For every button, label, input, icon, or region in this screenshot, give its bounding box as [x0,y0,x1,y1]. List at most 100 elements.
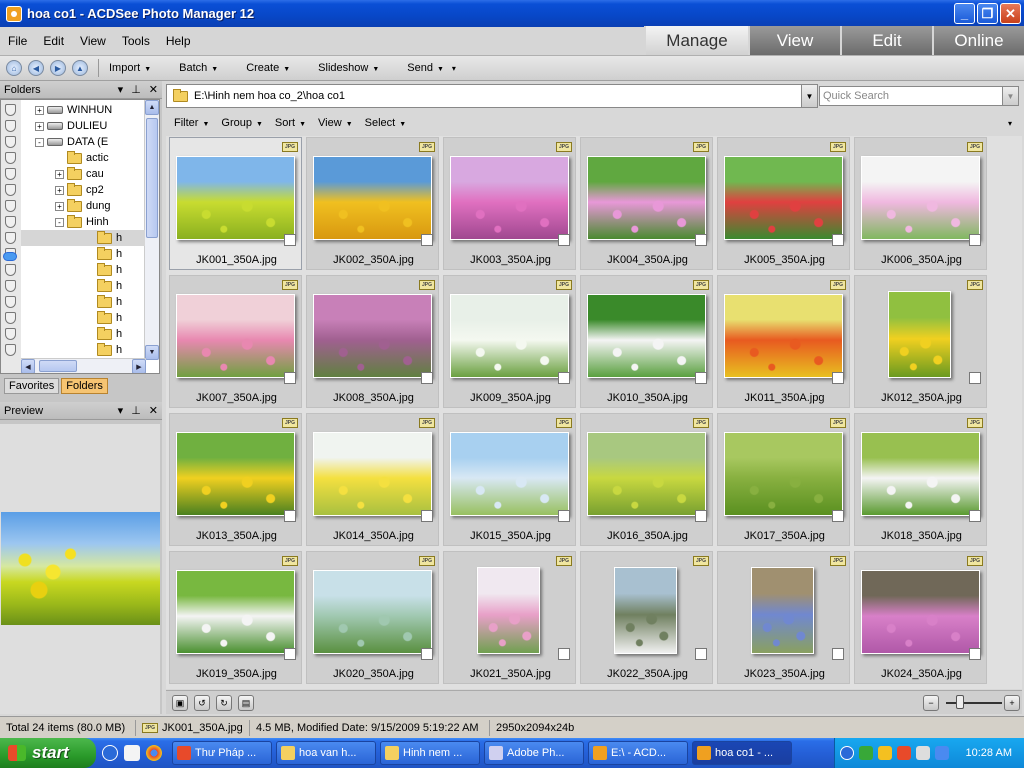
mode-tab-online[interactable]: Online [932,26,1024,56]
thumbnail-item[interactable]: JPG JK005_350A.jpg [717,137,850,270]
folder-tree-item[interactable]: h [21,262,145,278]
up-icon[interactable]: ▲ [72,60,88,76]
taskbar-button[interactable]: Thư Pháp ... [172,741,272,765]
thumbnail-checkbox[interactable] [558,510,570,522]
thumbnail-item[interactable]: JPG JK018_350A.jpg [854,413,987,546]
collapse-icon[interactable]: - [55,217,64,227]
scroll-down-icon[interactable]: ▼ [145,345,159,360]
dropdown-arrow-icon[interactable]: ▾ [118,83,124,96]
thumbnail-checkbox[interactable] [421,510,433,522]
collapse-icon[interactable]: - [35,137,44,147]
thumbnail-checkbox[interactable] [969,234,981,246]
thumbnail-checkbox[interactable] [695,510,707,522]
thumbnail-checkbox[interactable] [284,648,296,660]
folder-tree-item[interactable]: h [21,342,145,358]
thumbnail-item[interactable]: JPG JK021_350A.jpg [443,551,576,684]
taskbar-button[interactable]: hoa van h... [276,741,376,765]
expand-icon[interactable]: + [55,201,64,211]
thumbnail-checkbox[interactable] [695,234,707,246]
folder-tree[interactable]: ▲ ▼ ◀ ▶ + WINHUN + DULIEU - DATA (E actic + cau +… [0,99,160,374]
rating-shield-icon[interactable] [5,344,16,356]
rating-shield-icon[interactable] [5,264,16,276]
thumbnail-item[interactable]: JPG JK012_350A.jpg [854,275,987,408]
dropdown-arrow-icon[interactable]: ▼ [801,85,817,107]
rating-shield-icon[interactable] [5,168,16,180]
thumbnail-item[interactable]: JPG JK003_350A.jpg [443,137,576,270]
folder-tree-item[interactable]: + WINHUN [21,102,145,118]
folder-tree-item[interactable]: + dung [21,198,145,214]
rating-shield-icon[interactable] [5,184,16,196]
thumbnail-checkbox[interactable] [284,372,296,384]
rating-shield-icon[interactable] [5,152,16,164]
taskbar-button[interactable]: Adobe Ph... [484,741,584,765]
thumbnail-item[interactable]: JPG JK001_350A.jpg [169,137,302,270]
mode-tab-view[interactable]: View [748,26,840,56]
thumbnail-item[interactable]: JPG JK006_350A.jpg [854,137,987,270]
folder-tree-vscrollbar[interactable]: ▲ ▼ [144,100,159,360]
delete-icon[interactable]: ▣ [172,695,188,711]
pin-icon[interactable]: ⊥ [131,83,141,96]
thumbnail-checkbox[interactable] [832,510,844,522]
quick-search-input[interactable]: Quick Search ▼ [819,86,1019,106]
slideshow-menu[interactable]: Slideshow ▼ [318,62,379,74]
rating-shield-icon[interactable] [5,280,16,292]
menu-view[interactable]: View [72,34,114,48]
sort-menu[interactable]: Sort ▼ [275,117,306,129]
folder-tree-hscrollbar[interactable]: ◀ ▶ [21,358,146,373]
network-icon[interactable] [859,746,873,760]
back-icon[interactable]: ◀ [28,60,44,76]
thumbnail-checkbox[interactable] [832,234,844,246]
rating-shield-icon[interactable] [5,200,16,212]
expand-icon[interactable]: + [35,121,44,131]
scrollbar-thumb[interactable] [146,118,158,238]
folder-tree-item[interactable]: - DATA (E [21,134,145,150]
rating-shield-icon[interactable] [5,312,16,324]
security-icon[interactable] [897,746,911,760]
thumbnail-item[interactable]: JPG JK004_350A.jpg [580,137,713,270]
thumbnail-checkbox[interactable] [558,234,570,246]
create-menu[interactable]: Create ▼ [246,62,290,74]
thumbnail-item[interactable]: JPG JK024_350A.jpg [854,551,987,684]
menu-edit[interactable]: Edit [35,34,72,48]
folder-tree-item[interactable]: actic [21,150,145,166]
thumbnail-checkbox[interactable] [832,372,844,384]
view-menu[interactable]: View ▼ [318,117,353,129]
thumbnail-item[interactable]: JPG JK016_350A.jpg [580,413,713,546]
pin-icon[interactable]: ⊥ [131,404,141,417]
select-menu[interactable]: Select ▼ [365,117,407,129]
ie-icon[interactable] [102,745,118,761]
thumbnail-item[interactable]: JPG JK013_350A.jpg [169,413,302,546]
zoom-slider-knob[interactable] [956,695,964,709]
folder-tree-item[interactable]: h [21,310,145,326]
scroll-right-icon[interactable]: ▶ [132,359,146,373]
tray-expand-icon[interactable] [840,746,854,760]
thumbnail-item[interactable]: JPG JK007_350A.jpg [169,275,302,408]
folder-tree-item[interactable]: + cp2 [21,182,145,198]
expand-icon[interactable]: + [55,185,64,195]
volume-icon[interactable] [916,746,930,760]
chrome-icon[interactable] [146,745,162,761]
rating-shield-icon[interactable] [5,296,16,308]
group-menu[interactable]: Group ▼ [221,117,263,129]
thumbnail-item[interactable]: JPG JK011_350A.jpg [717,275,850,408]
dropdown-arrow-icon[interactable]: ▾ [118,404,124,417]
update-icon[interactable] [935,746,949,760]
thumbnail-item[interactable]: JPG JK019_350A.jpg [169,551,302,684]
address-bar[interactable]: E:\Hinh nem hoa co_2\hoa co1 ▼ [166,84,818,108]
thumbnail-checkbox[interactable] [695,648,707,660]
scrollbar-thumb[interactable] [39,360,77,372]
thumbnail-item[interactable]: JPG JK022_350A.jpg [580,551,713,684]
close-icon[interactable]: ✕ [149,404,158,417]
minimize-button[interactable]: _ [954,3,975,24]
thumbnail-checkbox[interactable] [969,510,981,522]
rating-shield-icon[interactable] [5,136,16,148]
thumbnail-checkbox[interactable] [421,372,433,384]
mode-tab-manage[interactable]: Manage [644,26,748,56]
thumbnail-checkbox[interactable] [558,372,570,384]
rotate-left-icon[interactable]: ↺ [194,695,210,711]
notepad-icon[interactable] [124,745,140,761]
rotate-right-icon[interactable]: ↻ [216,695,232,711]
thumbnail-item[interactable]: JPG JK002_350A.jpg [306,137,439,270]
thumbnail-item[interactable]: JPG JK014_350A.jpg [306,413,439,546]
tab-folders[interactable]: Folders [61,378,108,394]
